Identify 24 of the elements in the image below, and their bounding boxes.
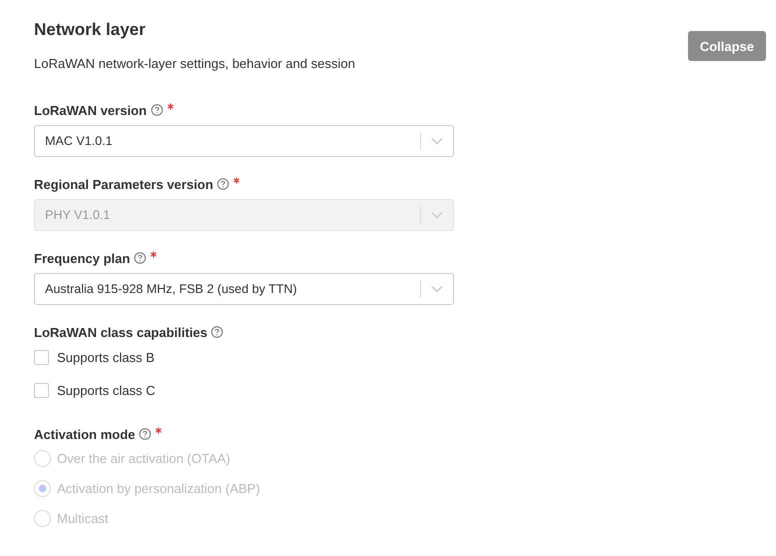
section-description: LoRaWAN network-layer settings, behavior and session xyxy=(34,56,356,71)
checkbox[interactable] xyxy=(34,383,49,398)
chevron-down-icon xyxy=(431,285,443,293)
chevron-down-icon xyxy=(431,211,443,219)
help-icon[interactable] xyxy=(134,252,146,264)
radio-label: Over the air activation (OTAA) xyxy=(57,450,230,466)
field-label: Regional Parameters version xyxy=(34,176,214,192)
select-field[interactable]: Australia 915-928 MHz, FSB 2 (used by TTN) xyxy=(34,273,454,305)
help-icon[interactable] xyxy=(139,428,152,440)
chevron-down-icon xyxy=(431,137,443,145)
help-icon[interactable] xyxy=(217,178,230,190)
help-icon[interactable] xyxy=(211,326,224,338)
radio-label: Multicast xyxy=(57,510,108,526)
select-field[interactable]: MAC V1.0.1 xyxy=(34,125,454,157)
field-label: LoRaWAN version xyxy=(34,102,147,118)
radio-label: Activation by personalization (ABP) xyxy=(57,480,260,496)
field-label: LoRaWAN class capabilities xyxy=(34,324,208,340)
checkbox-label: Supports class B xyxy=(57,350,155,365)
checkbox-label: Supports class C xyxy=(57,383,156,398)
checkbox[interactable] xyxy=(34,350,49,365)
field-label: Activation mode xyxy=(34,426,136,442)
field-label: Frequency plan xyxy=(34,250,130,266)
section-title: Network layer xyxy=(34,19,146,41)
help-icon[interactable] xyxy=(150,104,163,116)
